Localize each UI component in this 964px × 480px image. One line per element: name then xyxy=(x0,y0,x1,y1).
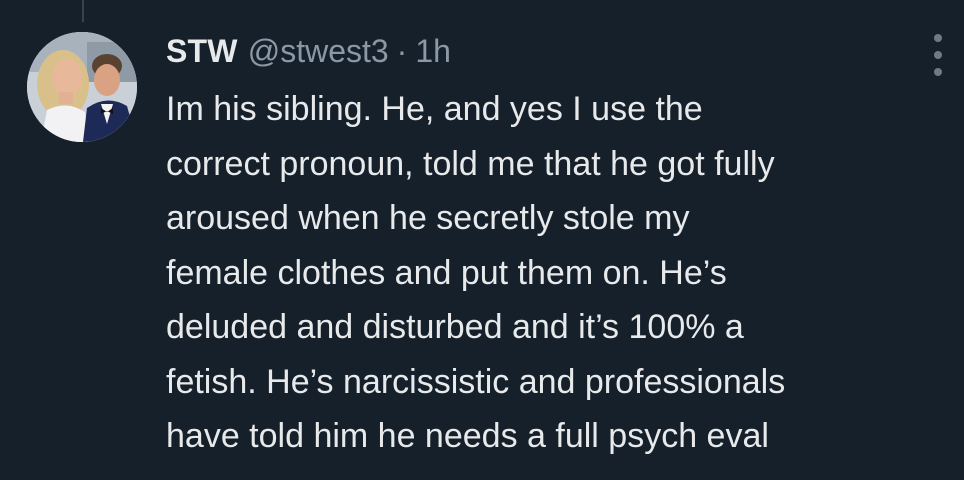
tweet-text-line: deluded and disturbed and it’s 100% a xyxy=(166,308,744,346)
tweet-timestamp[interactable]: 1h xyxy=(415,33,451,70)
user-handle[interactable]: @stwest3 xyxy=(248,33,389,70)
avatar[interactable] xyxy=(27,32,137,142)
profile-photo-image xyxy=(27,32,137,142)
display-name[interactable]: STW xyxy=(166,33,238,70)
tweet-text-line: female clothes and put them on. He’s xyxy=(166,253,727,292)
tweet-text: Im his sibling. He, and yes I use the co… xyxy=(166,82,956,464)
dot xyxy=(934,34,942,42)
tweet-header: STW @stwest3 · 1h xyxy=(166,28,451,74)
more-options-icon[interactable] xyxy=(928,34,948,76)
tweet-text-line: Im his sibling. He, and yes I use the xyxy=(166,90,703,128)
dot xyxy=(934,51,942,59)
tweet-text-line: aroused when he secretly stole my xyxy=(166,199,690,237)
tweet-text-line: have told him he needs a full psych eval xyxy=(166,417,769,455)
thread-line xyxy=(82,0,84,22)
tweet-text-line: correct pronoun, told me that he got ful… xyxy=(166,144,775,183)
tweet-text-line: fetish. He’s narcissistic and profession… xyxy=(166,362,786,401)
dot xyxy=(934,68,942,76)
header-separator: · xyxy=(396,32,408,69)
